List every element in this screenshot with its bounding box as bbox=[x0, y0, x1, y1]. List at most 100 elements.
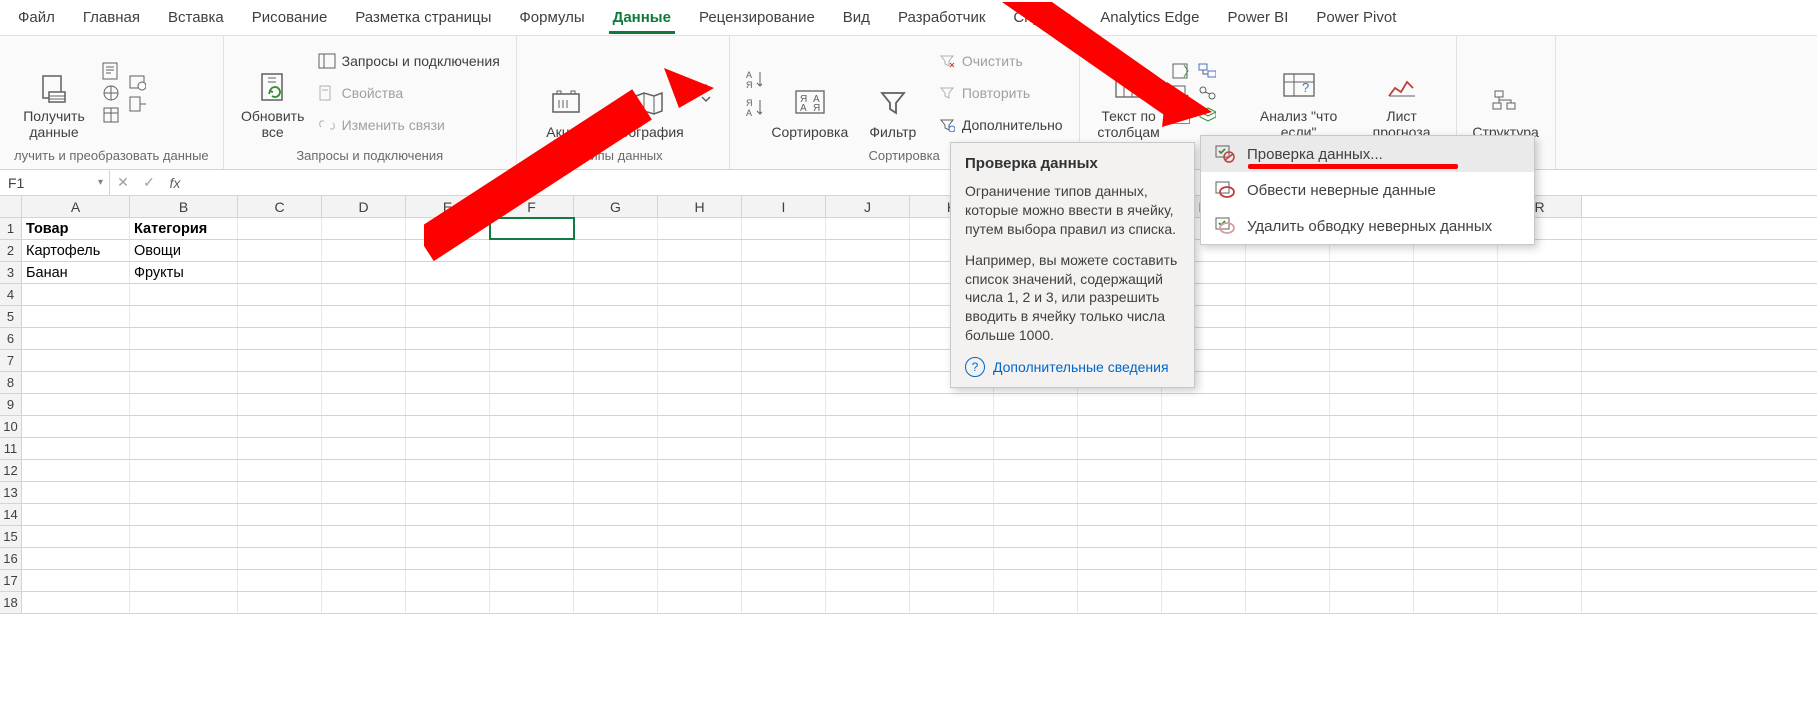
cell-B18[interactable] bbox=[130, 592, 238, 613]
fx-icon[interactable]: fx bbox=[162, 175, 188, 191]
cell-J6[interactable] bbox=[826, 328, 910, 349]
cell-A9[interactable] bbox=[22, 394, 130, 415]
row-header[interactable]: 4 bbox=[0, 284, 22, 305]
cell-E9[interactable] bbox=[406, 394, 490, 415]
row-header[interactable]: 16 bbox=[0, 548, 22, 569]
cell-I13[interactable] bbox=[742, 482, 826, 503]
cell-Q5[interactable] bbox=[1414, 306, 1498, 327]
cell-F6[interactable] bbox=[490, 328, 574, 349]
cell-O14[interactable] bbox=[1246, 504, 1330, 525]
cell-H4[interactable] bbox=[658, 284, 742, 305]
cell-A12[interactable] bbox=[22, 460, 130, 481]
cell-G6[interactable] bbox=[574, 328, 658, 349]
cell-E7[interactable] bbox=[406, 350, 490, 371]
cell-A7[interactable] bbox=[22, 350, 130, 371]
cell-G17[interactable] bbox=[574, 570, 658, 591]
cell-F4[interactable] bbox=[490, 284, 574, 305]
tab-home[interactable]: Главная bbox=[69, 1, 154, 34]
cell-K12[interactable] bbox=[910, 460, 994, 481]
row-header[interactable]: 6 bbox=[0, 328, 22, 349]
cell-B11[interactable] bbox=[130, 438, 238, 459]
cell-D11[interactable] bbox=[322, 438, 406, 459]
tab-data[interactable]: Данные bbox=[599, 1, 685, 34]
cell-E6[interactable] bbox=[406, 328, 490, 349]
cell-Q15[interactable] bbox=[1414, 526, 1498, 547]
cell-I8[interactable] bbox=[742, 372, 826, 393]
cell-G18[interactable] bbox=[574, 592, 658, 613]
cell-C9[interactable] bbox=[238, 394, 322, 415]
cell-R6[interactable] bbox=[1498, 328, 1582, 349]
cell-G11[interactable] bbox=[574, 438, 658, 459]
cell-A14[interactable] bbox=[22, 504, 130, 525]
cell-A4[interactable] bbox=[22, 284, 130, 305]
sort-asc-icon[interactable]: АЯ bbox=[744, 70, 762, 88]
cell-L16[interactable] bbox=[994, 548, 1078, 569]
cell-Q17[interactable] bbox=[1414, 570, 1498, 591]
cell-F13[interactable] bbox=[490, 482, 574, 503]
cell-J9[interactable] bbox=[826, 394, 910, 415]
cell-M17[interactable] bbox=[1078, 570, 1162, 591]
row-header[interactable]: 11 bbox=[0, 438, 22, 459]
cell-I17[interactable] bbox=[742, 570, 826, 591]
cell-R9[interactable] bbox=[1498, 394, 1582, 415]
cell-Q3[interactable] bbox=[1414, 262, 1498, 283]
cell-M12[interactable] bbox=[1078, 460, 1162, 481]
cell-J12[interactable] bbox=[826, 460, 910, 481]
cell-H11[interactable] bbox=[658, 438, 742, 459]
row-header[interactable]: 12 bbox=[0, 460, 22, 481]
from-table-icon[interactable] bbox=[102, 106, 120, 124]
cell-B13[interactable] bbox=[130, 482, 238, 503]
row-header[interactable]: 9 bbox=[0, 394, 22, 415]
cell-N12[interactable] bbox=[1162, 460, 1246, 481]
cell-I12[interactable] bbox=[742, 460, 826, 481]
cell-A6[interactable] bbox=[22, 328, 130, 349]
cell-K9[interactable] bbox=[910, 394, 994, 415]
cell-J10[interactable] bbox=[826, 416, 910, 437]
cell-P6[interactable] bbox=[1330, 328, 1414, 349]
cell-D7[interactable] bbox=[322, 350, 406, 371]
cell-D4[interactable] bbox=[322, 284, 406, 305]
cell-E17[interactable] bbox=[406, 570, 490, 591]
cell-I6[interactable] bbox=[742, 328, 826, 349]
cell-F15[interactable] bbox=[490, 526, 574, 547]
cell-O10[interactable] bbox=[1246, 416, 1330, 437]
cell-J5[interactable] bbox=[826, 306, 910, 327]
cell-C4[interactable] bbox=[238, 284, 322, 305]
row-header[interactable]: 1 bbox=[0, 218, 22, 239]
cell-Q4[interactable] bbox=[1414, 284, 1498, 305]
tab-page-layout[interactable]: Разметка страницы bbox=[341, 1, 505, 34]
col-header-D[interactable]: D bbox=[322, 196, 406, 217]
cell-L18[interactable] bbox=[994, 592, 1078, 613]
cell-B7[interactable] bbox=[130, 350, 238, 371]
cell-O17[interactable] bbox=[1246, 570, 1330, 591]
cell-M16[interactable] bbox=[1078, 548, 1162, 569]
forecast-button[interactable]: Лист прогноза bbox=[1362, 45, 1442, 141]
cell-R10[interactable] bbox=[1498, 416, 1582, 437]
cell-G5[interactable] bbox=[574, 306, 658, 327]
cell-Q13[interactable] bbox=[1414, 482, 1498, 503]
cell-N11[interactable] bbox=[1162, 438, 1246, 459]
filter-button[interactable]: Фильтр bbox=[858, 45, 928, 141]
cell-L15[interactable] bbox=[994, 526, 1078, 547]
cell-O8[interactable] bbox=[1246, 372, 1330, 393]
cell-I1[interactable] bbox=[742, 218, 826, 239]
cell-Q11[interactable] bbox=[1414, 438, 1498, 459]
cell-Q18[interactable] bbox=[1414, 592, 1498, 613]
cell-J17[interactable] bbox=[826, 570, 910, 591]
cell-R13[interactable] bbox=[1498, 482, 1582, 503]
col-header-I[interactable]: I bbox=[742, 196, 826, 217]
cell-B1[interactable]: Категория bbox=[130, 218, 238, 239]
cell-C10[interactable] bbox=[238, 416, 322, 437]
cell-B9[interactable] bbox=[130, 394, 238, 415]
cell-K18[interactable] bbox=[910, 592, 994, 613]
cell-D15[interactable] bbox=[322, 526, 406, 547]
cell-J16[interactable] bbox=[826, 548, 910, 569]
cell-K13[interactable] bbox=[910, 482, 994, 503]
cell-N17[interactable] bbox=[1162, 570, 1246, 591]
cell-D13[interactable] bbox=[322, 482, 406, 503]
cell-Q8[interactable] bbox=[1414, 372, 1498, 393]
cell-H13[interactable] bbox=[658, 482, 742, 503]
row-header[interactable]: 14 bbox=[0, 504, 22, 525]
cell-F16[interactable] bbox=[490, 548, 574, 569]
cell-F17[interactable] bbox=[490, 570, 574, 591]
